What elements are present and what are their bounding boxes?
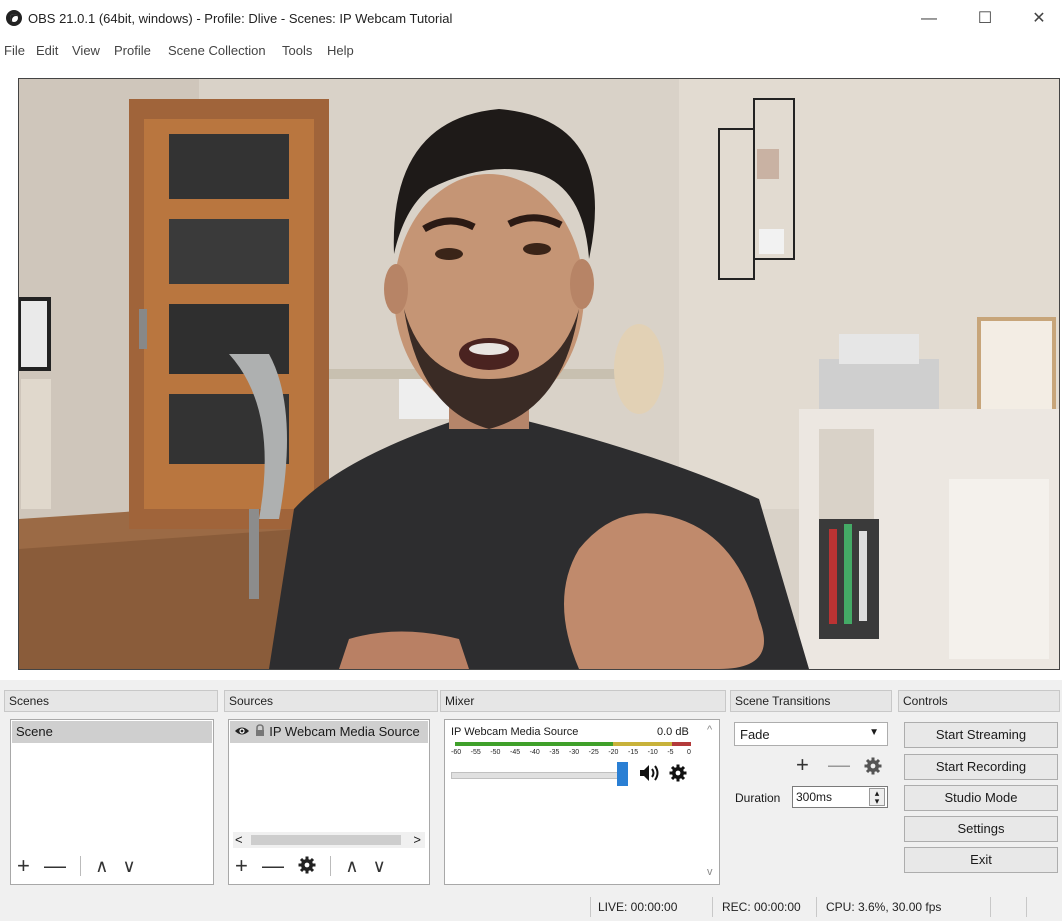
rec-status: REC: 00:00:00 — [722, 900, 801, 914]
move-scene-up-button[interactable]: ∧ — [95, 856, 108, 877]
webcam-preview-image — [19, 79, 1059, 669]
start-streaming-button[interactable]: Start Streaming — [904, 722, 1058, 748]
scene-item[interactable]: Scene — [12, 721, 212, 743]
add-source-button[interactable]: + — [235, 853, 248, 879]
scroll-right-button[interactable]: > — [413, 832, 421, 847]
menu-profile[interactable]: Profile — [114, 43, 151, 58]
transition-selected-value: Fade — [740, 727, 770, 742]
scenes-dock-title: Scenes — [4, 690, 218, 712]
controls-dock-title: Controls — [898, 690, 1060, 712]
duration-label: Duration — [735, 791, 781, 805]
meter-segment — [455, 742, 614, 746]
spin-arrows-icon[interactable]: ▴ ▾ — [869, 788, 885, 806]
duration-value: 300ms — [796, 790, 833, 804]
close-icon[interactable]: ✕ — [1016, 6, 1062, 32]
sources-horizontal-scrollbar[interactable]: < > — [233, 832, 425, 848]
live-status: LIVE: 00:00:00 — [598, 900, 678, 914]
menu-help[interactable]: Help — [327, 43, 354, 58]
chevron-down-icon: ▼ — [869, 727, 879, 738]
duration-spinbox[interactable]: 300ms ▴ ▾ — [792, 786, 888, 808]
transitions-dock-title: Scene Transitions — [730, 690, 892, 712]
meter-scale-label: 0 — [687, 749, 691, 756]
menu-view[interactable]: View — [72, 43, 100, 58]
menu-scene-collection[interactable]: Scene Collection — [168, 43, 266, 58]
move-scene-down-button[interactable]: ∨ — [123, 856, 136, 877]
scenes-panel: Scene + — ∧ ∨ — [10, 719, 214, 885]
start-recording-button[interactable]: Start Recording — [904, 754, 1058, 780]
settings-button[interactable]: Settings — [904, 816, 1058, 842]
menu-file[interactable]: File — [4, 43, 25, 58]
maximize-icon[interactable]: ☐ — [962, 6, 1008, 32]
menu-bar: File Edit View Profile Scene Collection … — [0, 38, 1062, 64]
meter-scale-label: -55 — [470, 749, 481, 756]
scroll-left-button[interactable]: < — [235, 832, 243, 847]
status-separator — [1026, 897, 1027, 917]
meter-scale-label: -60 — [451, 749, 462, 756]
scenes-controls: + — ∧ ∨ — [17, 852, 144, 879]
sources-panel: IP Webcam Media Source < > + — ∧ ∨ — [228, 719, 430, 885]
mixer-scroll-up-icon[interactable]: ^ — [707, 724, 712, 736]
move-source-up-button[interactable]: ∧ — [345, 856, 358, 877]
mixer-level-readout: 0.0 dB — [657, 726, 689, 738]
source-item[interactable]: IP Webcam Media Source — [230, 721, 428, 743]
remove-source-button[interactable]: — — [262, 853, 284, 879]
sources-dock-title: Sources — [224, 690, 438, 712]
meter-scale: -60 -55 -50 -45 -40 -35 -30 -25 -20 -15 -10 -5 0 — [451, 749, 695, 759]
menu-edit[interactable]: Edit — [36, 43, 58, 58]
meter-scale-label: -35 — [549, 749, 560, 756]
title-bar: OBS 21.0.1 (64bit, windows) - Profile: D… — [0, 0, 1062, 38]
sources-controls: + — ∧ ∨ — [235, 852, 394, 879]
source-properties-gear-icon[interactable] — [298, 855, 316, 878]
toolbar-separator — [330, 856, 332, 877]
preview-canvas[interactable] — [18, 78, 1060, 670]
meter-scale-label: -30 — [569, 749, 580, 756]
eye-icon[interactable] — [234, 725, 250, 737]
transition-properties-gear-icon[interactable] — [864, 757, 882, 778]
status-separator — [590, 897, 591, 917]
meter-scale-label: -20 — [608, 749, 619, 756]
mixer-settings-gear-icon[interactable] — [669, 764, 687, 785]
window-title: OBS 21.0.1 (64bit, windows) - Profile: D… — [28, 11, 453, 26]
mixer-scroll-down-icon[interactable]: v — [707, 866, 713, 878]
status-separator — [990, 897, 991, 917]
minimize-icon[interactable]: — — [906, 6, 952, 32]
volume-slider-handle[interactable] — [617, 762, 628, 786]
meter-scale-label: -50 — [490, 749, 501, 756]
meter-scale-label: -40 — [529, 749, 540, 756]
status-separator — [712, 897, 713, 917]
move-source-down-button[interactable]: ∨ — [373, 856, 386, 877]
volume-meter — [455, 742, 691, 746]
meter-segment — [672, 742, 691, 746]
remove-transition-button[interactable]: — — [828, 752, 850, 778]
source-name: IP Webcam Media Source — [269, 724, 420, 739]
meter-segment — [613, 742, 673, 746]
add-scene-button[interactable]: + — [17, 853, 30, 879]
meter-scale-label: -25 — [588, 749, 599, 756]
toolbar-separator — [80, 856, 82, 877]
meter-scale-label: -5 — [667, 749, 674, 756]
remove-scene-button[interactable]: — — [44, 853, 66, 879]
scrollbar-thumb[interactable] — [251, 835, 401, 845]
mixer-dock-title: Mixer — [440, 690, 726, 712]
status-bar: LIVE: 00:00:00 REC: 00:00:00 CPU: 3.6%, … — [0, 894, 1062, 921]
exit-button[interactable]: Exit — [904, 847, 1058, 873]
transition-select[interactable]: Fade ▼ — [734, 722, 888, 746]
mixer-panel: IP Webcam Media Source 0.0 dB ^ v -60 -55… — [444, 719, 720, 885]
obs-logo-icon — [6, 10, 22, 26]
speaker-mute-icon[interactable] — [639, 764, 661, 785]
status-separator — [816, 897, 817, 917]
menu-tools[interactable]: Tools — [282, 43, 312, 58]
add-transition-button[interactable]: + — [796, 752, 809, 778]
mixer-channel-name: IP Webcam Media Source — [451, 726, 579, 738]
cpu-status: CPU: 3.6%, 30.00 fps — [826, 900, 942, 914]
meter-scale-label: -45 — [510, 749, 521, 756]
meter-scale-label: -10 — [647, 749, 658, 756]
studio-mode-button[interactable]: Studio Mode — [904, 785, 1058, 811]
meter-scale-label: -15 — [628, 749, 639, 756]
volume-slider-track[interactable] — [451, 772, 625, 779]
lock-icon[interactable] — [254, 724, 266, 737]
